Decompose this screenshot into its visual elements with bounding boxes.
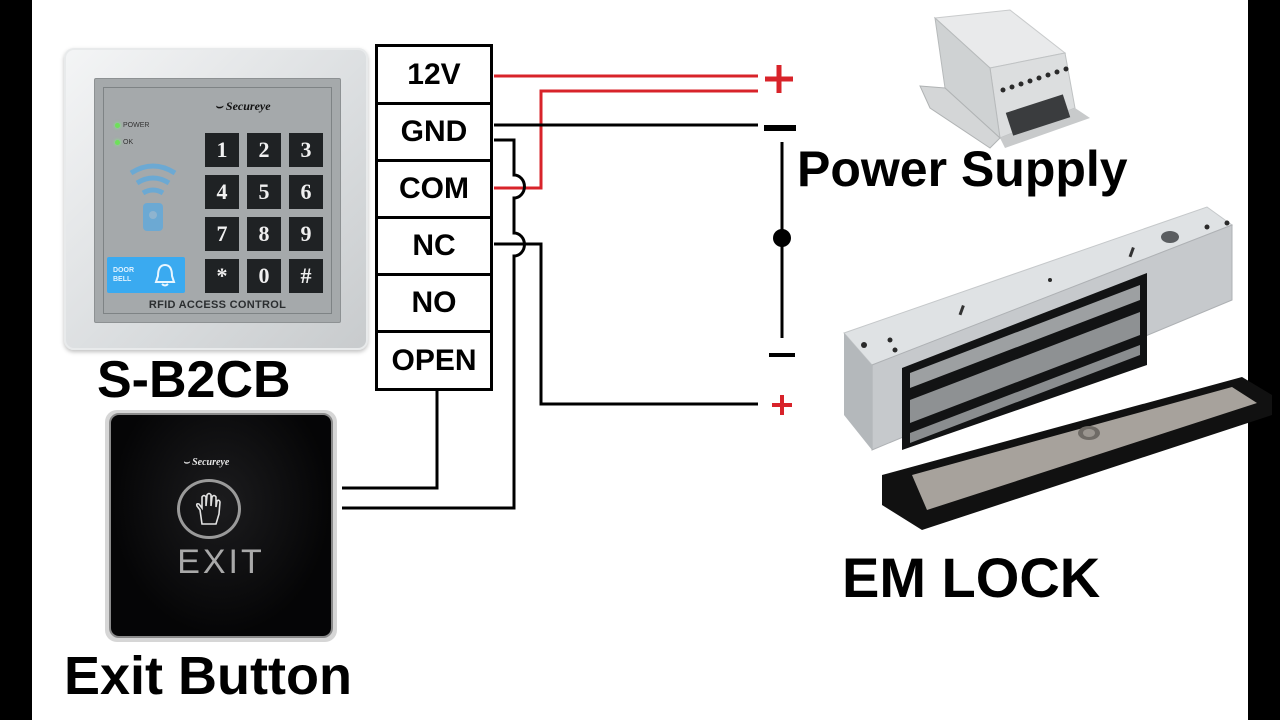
emlock-negative-terminal	[769, 346, 795, 364]
exit-brand-logo: ⌣ Secureye	[183, 457, 230, 468]
psu-negative-terminal	[763, 120, 797, 138]
wire-nc-to-emlock-positive	[494, 242, 758, 406]
em-lock-label: EM LOCK	[842, 546, 1101, 609]
emlock-positive-terminal	[770, 393, 794, 422]
plus-icon	[765, 65, 793, 93]
minus-icon	[769, 353, 795, 357]
exit-button-label: Exit Button	[64, 646, 352, 706]
power-supply-device	[919, 9, 1090, 149]
plus-icon	[772, 395, 792, 415]
wire-junction-dot	[773, 229, 791, 247]
hand-icon	[195, 492, 221, 525]
touch-ring	[177, 479, 241, 539]
minus-icon	[764, 125, 796, 131]
psu-positive-terminal	[762, 62, 796, 101]
wire-gnd-to-exit-button	[342, 138, 526, 510]
em-lock-device	[843, 206, 1272, 530]
brand-swoosh-icon: ⌣	[183, 457, 190, 468]
power-supply-label: Power Supply	[797, 141, 1128, 197]
wire-com-to-psu-positive	[494, 89, 758, 190]
wire-open-to-exit-button	[342, 389, 439, 490]
exit-button-device: ⌣ Secureye EXIT	[105, 410, 337, 642]
exit-face-text: EXIT	[177, 543, 265, 581]
diagram-canvas: ⌣ Secureye POWER OK DOOR BELL RFID ACCES…	[32, 0, 1272, 720]
